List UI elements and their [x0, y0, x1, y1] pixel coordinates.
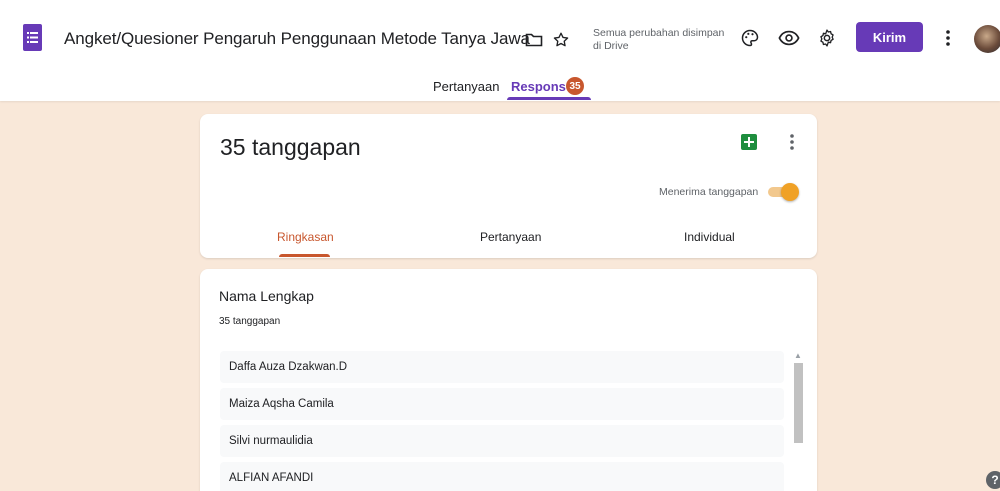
more-vert-icon[interactable]: [785, 132, 799, 152]
avatar[interactable]: [974, 25, 1000, 53]
active-tab-indicator: [507, 97, 591, 100]
list-icon: [27, 32, 38, 43]
save-status: Semua perubahan disimpan di Drive: [593, 27, 733, 53]
question-response-count: 35 tanggapan: [219, 316, 281, 327]
tab-summary[interactable]: Ringkasan: [277, 230, 334, 244]
summary-card: 35 tanggapan Menerima tanggapan Ringkasa…: [200, 114, 817, 258]
toggle-knob: [781, 183, 799, 201]
tab-individual[interactable]: Individual: [684, 230, 735, 244]
help-icon[interactable]: ?: [986, 471, 1000, 489]
form-title-input[interactable]: Angket/Quesioner Pengaruh Penggunaan Met…: [64, 29, 530, 49]
list-item: Daffa Auza Dzakwan.D: [220, 351, 784, 383]
top-header: Angket/Quesioner Pengaruh Penggunaan Met…: [0, 0, 1000, 101]
answer-list: Daffa Auza Dzakwan.D Maiza Aqsha Camila …: [220, 351, 784, 491]
eye-icon[interactable]: [776, 26, 802, 50]
save-status-line2: di Drive: [593, 40, 629, 52]
top-tabs: Pertanyaan Respons 35: [0, 76, 1000, 101]
accepting-responses-toggle[interactable]: [766, 183, 800, 201]
responses-count-badge: 35: [566, 77, 584, 95]
send-button[interactable]: Kirim: [856, 22, 923, 52]
gear-icon[interactable]: [815, 26, 839, 50]
sheets-icon[interactable]: [741, 134, 757, 150]
tab-responses[interactable]: Respons: [511, 79, 566, 104]
tab-questions[interactable]: Pertanyaan: [433, 79, 500, 104]
response-count-heading: 35 tanggapan: [220, 134, 361, 160]
scroll-thumb[interactable]: [794, 363, 803, 443]
tab-question[interactable]: Pertanyaan: [480, 230, 541, 244]
save-status-line1: Semua perubahan disimpan: [593, 27, 725, 39]
question-title: Nama Lengkap: [219, 288, 314, 304]
forms-logo-icon[interactable]: [23, 24, 42, 51]
question-summary-card: Nama Lengkap 35 tanggapan Daffa Auza Dza…: [200, 269, 817, 491]
scroll-up-icon[interactable]: ▲: [794, 351, 802, 360]
active-subtab-indicator: [279, 254, 330, 257]
palette-icon[interactable]: [738, 26, 762, 50]
folder-icon[interactable]: [523, 29, 545, 51]
answer-list-scrollbar[interactable]: ▲: [791, 351, 804, 491]
list-item: Maiza Aqsha Camila: [220, 388, 784, 420]
list-item: Silvi nurmaulidia: [220, 425, 784, 457]
list-item: ALFIAN AFANDI: [220, 462, 784, 491]
more-vert-icon[interactable]: [941, 26, 955, 50]
star-icon[interactable]: [550, 29, 572, 51]
accepting-responses-label: Menerima tanggapan: [659, 186, 759, 198]
